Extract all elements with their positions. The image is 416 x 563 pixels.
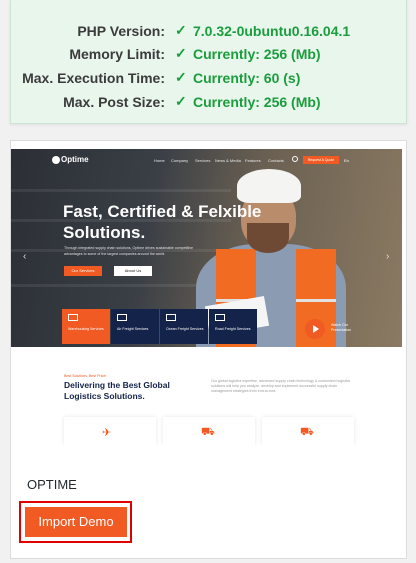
memory-limit-value: Currently: 256 (Mb) [193,46,321,62]
import-demo-highlight: Import Demo [19,501,132,543]
check-icon: ✓ [175,69,187,85]
preview-hero: Optime Home Company Services News & Medi… [11,149,402,347]
ship-icon [166,314,176,321]
preview-hero-title: Fast, Certified & Felxible Solutions. [63,202,262,242]
preview-nav-item: Services [195,158,211,163]
service-tile: Air Freight Services [111,309,159,344]
max-post-size-row: Max. Post Size: ✓ Currently: 256 (Mb) [11,91,408,113]
preview-heading: Delivering the Best Global Logistics Sol… [64,380,170,401]
preview-nav-item: Home [154,158,165,163]
preview-feature-card: ⛟ [163,417,255,445]
demo-preview-image[interactable]: Optime Home Company Services News & Medi… [11,149,402,445]
preview-feature-card: ⛟ [262,417,354,445]
preview-services-button: Our Services [64,266,102,276]
php-version-label: PHP Version: [77,23,165,39]
chevron-right-icon: › [386,251,390,262]
preview-paragraph: Our global logistics expertise, advanced… [211,379,351,393]
import-demo-button[interactable]: Import Demo [25,507,127,537]
preview-service-tiles: Warehousing Services Air Freight Service… [62,309,257,344]
preview-nav-item: News & Media [215,158,241,163]
preview-about-button: About Us [114,266,152,276]
preview-feature-card: ✈ [64,417,156,445]
plane-icon [117,314,127,321]
plane-icon: ✈ [102,427,112,439]
memory-limit-row: Memory Limit: ✓ Currently: 256 (Mb) [11,43,408,65]
truck-icon [215,314,225,321]
demo-title: OPTIME [27,477,77,492]
logo-icon [52,156,60,164]
max-execution-time-row: Max. Execution Time: ✓ Currently: 60 (s) [11,67,408,89]
preview-nav: Optime Home Company Services News & Medi… [11,149,402,171]
preview-nav-item: Company [171,158,189,163]
check-icon: ✓ [175,93,187,109]
check-icon: ✓ [175,22,187,38]
preview-tagline: Best Solutions, Best Price! [64,374,107,378]
preview-logo: Optime [61,155,89,164]
service-tile: Warehousing Services [62,309,110,344]
chevron-left-icon: ‹ [23,251,27,262]
memory-limit-label: Memory Limit: [69,46,165,62]
preview-language: En [344,158,349,163]
helmet-icon [237,169,301,203]
truck-icon: ⛟ [300,426,314,438]
max-post-size-value: Currently: 256 (Mb) [193,94,321,110]
max-execution-time-label: Max. Execution Time: [22,70,165,86]
php-version-row: PHP Version: ✓ 7.0.32-0ubuntu0.16.04.1 [11,20,408,42]
max-execution-time-value: Currently: 60 (s) [193,70,301,86]
forklift-icon: ⛟ [201,426,215,438]
preview-quote-button: Request A Quote [303,156,339,164]
preview-watch-text: Watch Our Presentation [331,323,352,332]
demo-card: Optime Home Company Services News & Medi… [10,140,407,559]
php-version-value: 7.0.32-0ubuntu0.16.04.1 [193,23,351,39]
max-post-size-label: Max. Post Size: [63,94,165,110]
service-tile: Ocean Freight Services [160,309,208,344]
preview-hero-text: Through integrated supply chain solution… [64,246,194,256]
play-icon [305,319,325,339]
search-icon [292,156,298,162]
system-status-panel: PHP Version: ✓ 7.0.32-0ubuntu0.16.04.1 M… [10,0,407,124]
preview-nav-item: Features [245,158,261,163]
service-tile: Road Freight Services [209,309,257,344]
preview-nav-item: Contacts [268,158,284,163]
warehouse-icon [68,314,78,321]
check-icon: ✓ [175,45,187,61]
